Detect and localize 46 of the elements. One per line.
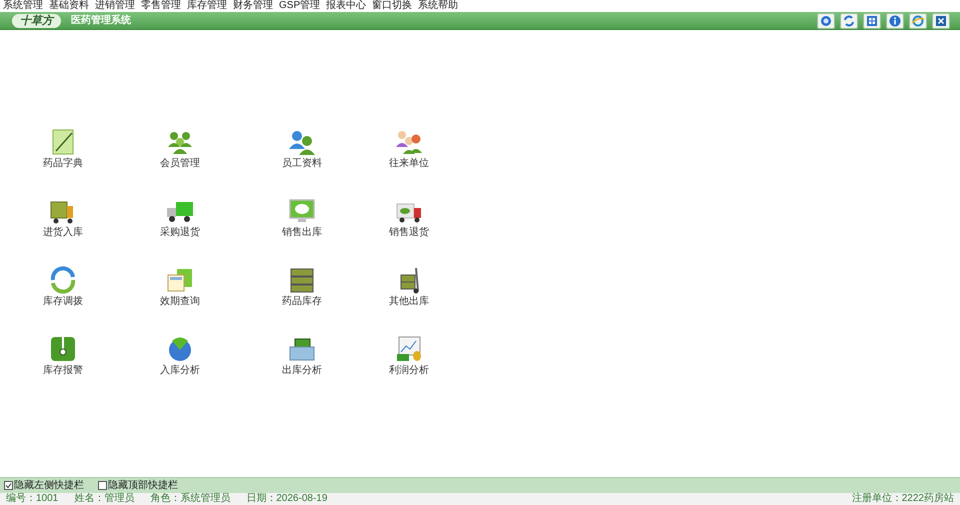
shortcut-tile[interactable]: 效期查询 [150,265,210,321]
shortcut-tile[interactable]: 药品字典 [33,127,93,183]
menu-item[interactable]: 基础资料 [49,0,89,12]
menu-item[interactable]: GSP管理 [279,0,320,12]
shortcut-tile[interactable]: 员工资料 [272,127,332,183]
shortcut-tile[interactable]: 入库分析 [150,334,210,390]
chart-coins-icon [394,334,424,364]
shortcut-tile[interactable]: 药品库存 [272,265,332,321]
shortcut-tile[interactable]: 会员管理 [150,127,210,183]
checkbox[interactable] [4,481,13,490]
app-title: 医药管理系统 [71,14,131,28]
shortcut-tile[interactable]: 利润分析 [379,334,439,390]
shortcut-tile[interactable]: 销售出库 [272,196,332,252]
status-text: 日期：2026-08-19 [246,493,328,505]
shortcut-tile[interactable]: 销售退货 [379,196,439,252]
shortcut-tile[interactable]: 库存报警 [33,334,93,390]
status-text: 角色：系统管理员 [150,493,230,505]
toolbar-button[interactable] [909,12,927,28]
menu-item[interactable]: 财务管理 [233,0,273,12]
checkbox-option[interactable]: 隐藏左侧快捷栏 [4,480,84,492]
shortcut-tile[interactable]: 出库分析 [272,334,332,390]
toolbar-button[interactable] [886,12,904,28]
checkbox[interactable] [98,481,107,490]
toolbar-button[interactable] [840,12,858,28]
shortcut-tile[interactable]: 采购退货 [150,196,210,252]
cycle-arrows-icon [48,265,78,295]
check-icon [5,482,12,489]
status-text: 编号：1001 [6,493,58,505]
shortcut-tile[interactable]: 库存调拨 [33,265,93,321]
close-icon [934,14,948,28]
grid-icon [865,14,879,28]
checkbox-option[interactable]: 隐藏顶部快捷栏 [98,480,178,492]
info-icon [888,14,902,28]
toolbar-button[interactable] [932,12,950,28]
status-text: 姓名：管理员 [74,493,134,505]
shortcut-tile[interactable]: 其他出库 [379,265,439,321]
menu-item[interactable]: 进销管理 [95,0,135,12]
browser-icon [911,14,925,28]
logo: 十草方 [12,14,61,28]
shortcut-tile[interactable]: 进货入库 [33,196,93,252]
refresh-icon [842,14,856,28]
shortcut-tile[interactable]: 往来单位 [379,127,439,183]
menu-item[interactable]: 零售管理 [141,0,181,12]
toolbar-button[interactable] [817,12,835,28]
toolbar-button[interactable] [863,12,881,28]
status-text: 注册单位：2222药房站 [852,493,954,505]
